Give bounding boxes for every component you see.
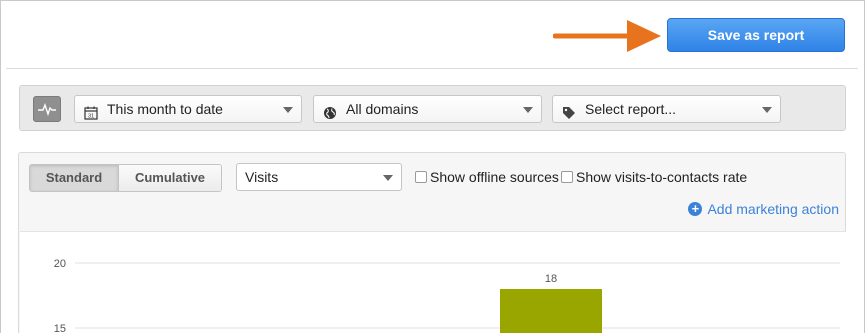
filter-bar: 31 This month to date All domains Select… bbox=[19, 85, 846, 131]
visits-bar[interactable] bbox=[500, 289, 602, 333]
activity-chart-icon[interactable] bbox=[33, 96, 61, 122]
show-offline-sources-label: Show offline sources bbox=[430, 169, 559, 185]
show-visits-to-contacts-rate-checkbox[interactable]: Show visits-to-contacts rate bbox=[561, 169, 747, 185]
checkbox-box[interactable] bbox=[415, 171, 427, 183]
tag-icon bbox=[562, 102, 576, 128]
report-select[interactable]: Select report... bbox=[552, 95, 781, 123]
report-value: Select report... bbox=[585, 101, 677, 117]
metric-select[interactable]: Visits bbox=[236, 163, 402, 191]
standard-view-button[interactable]: Standard bbox=[30, 165, 119, 191]
add-marketing-action-label: Add marketing action bbox=[707, 201, 839, 217]
bar-value-label: 18 bbox=[545, 273, 557, 285]
date-range-select[interactable]: 31 This month to date bbox=[74, 95, 302, 123]
svg-text:31: 31 bbox=[88, 114, 94, 120]
y-tick-label: 20 bbox=[54, 258, 66, 270]
chevron-down-icon bbox=[523, 107, 533, 113]
callout-arrow bbox=[553, 20, 661, 52]
save-as-report-button[interactable]: Save as report bbox=[667, 18, 845, 52]
cumulative-view-button[interactable]: Cumulative bbox=[119, 165, 221, 191]
visits-chart: 20 15 18 bbox=[20, 231, 846, 333]
y-tick-label: 15 bbox=[54, 323, 66, 333]
show-offline-sources-checkbox[interactable]: Show offline sources bbox=[415, 169, 559, 185]
globe-icon bbox=[323, 102, 337, 128]
metric-value: Visits bbox=[245, 169, 279, 185]
checkbox-box[interactable] bbox=[561, 171, 573, 183]
chart-canvas: 20 15 18 bbox=[54, 258, 840, 333]
calendar-icon: 31 bbox=[84, 102, 98, 128]
plus-circle-icon: + bbox=[688, 202, 703, 216]
add-marketing-action-link[interactable]: + Add marketing action bbox=[688, 201, 839, 217]
chevron-down-icon bbox=[762, 107, 772, 113]
show-visits-to-contacts-rate-label: Show visits-to-contacts rate bbox=[576, 169, 748, 185]
date-range-value: This month to date bbox=[107, 101, 223, 117]
chart-panel: Standard Cumulative Visits Show offline … bbox=[18, 152, 846, 333]
domain-value: All domains bbox=[346, 101, 419, 117]
view-mode-toggle: Standard Cumulative bbox=[29, 164, 222, 192]
chevron-down-icon bbox=[283, 107, 293, 113]
header-divider bbox=[6, 68, 858, 69]
chevron-down-icon bbox=[383, 175, 393, 181]
domain-select[interactable]: All domains bbox=[313, 95, 542, 123]
